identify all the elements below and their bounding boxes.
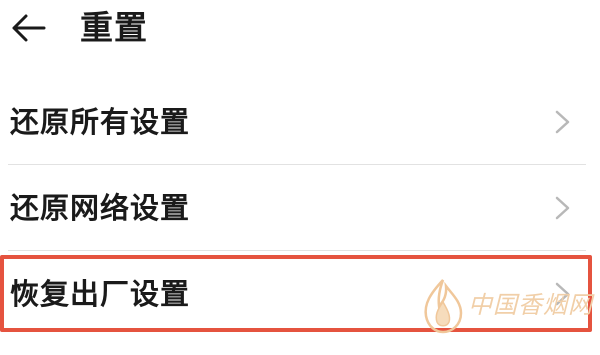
settings-item-reset-all[interactable]: 还原所有设置	[0, 80, 600, 164]
page-title: 重置	[80, 8, 148, 47]
settings-item-label: 还原网络设置	[10, 191, 191, 225]
divider	[8, 164, 586, 165]
divider	[8, 250, 586, 251]
watermark-text: 中国香烟网	[468, 291, 593, 319]
chevron-right-icon	[555, 110, 570, 134]
flame-logo-icon	[424, 279, 463, 334]
chevron-right-icon	[555, 196, 570, 220]
settings-item-reset-network[interactable]: 还原网络设置	[0, 166, 600, 250]
back-arrow-icon[interactable]	[8, 8, 48, 48]
settings-item-label: 还原所有设置	[10, 105, 191, 139]
watermark: 中国香烟网	[410, 276, 600, 336]
header: 重置	[0, 0, 600, 60]
